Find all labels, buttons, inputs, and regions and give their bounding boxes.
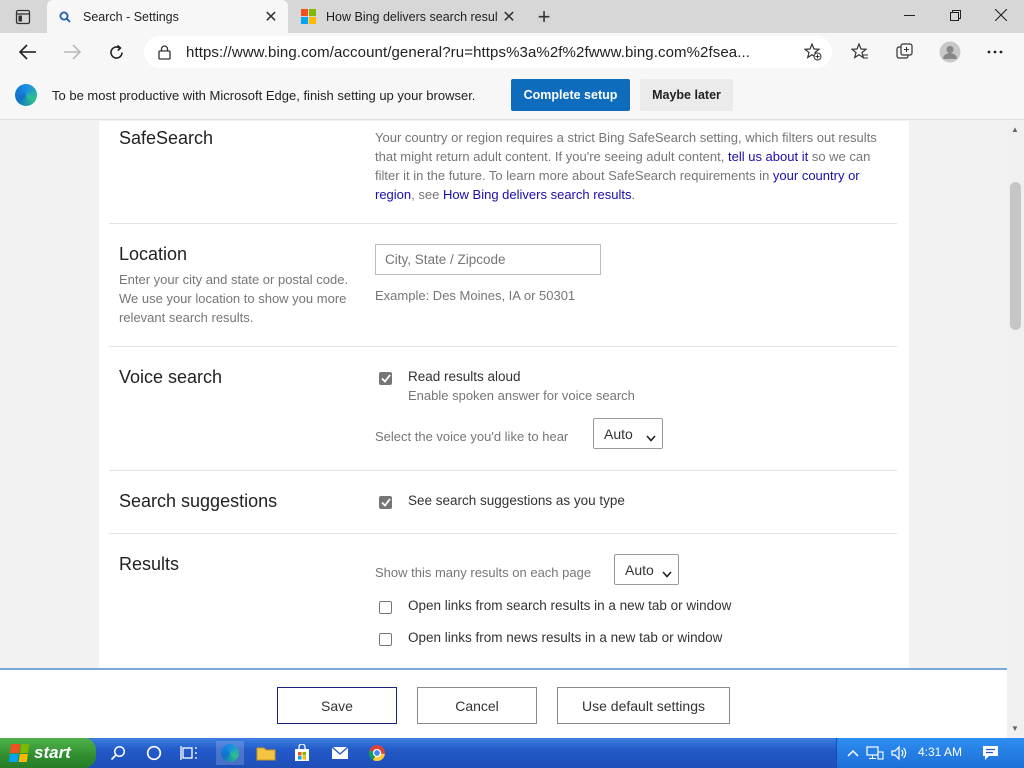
address-bar[interactable]: https://www.bing.com/account/general?ru=… (144, 36, 832, 68)
search-icon[interactable] (106, 741, 130, 765)
chrome-icon[interactable] (365, 741, 389, 765)
file-explorer-icon[interactable] (254, 741, 278, 765)
location-description: Enter your city and state or postal code… (119, 272, 349, 325)
back-arrow-icon[interactable] (13, 37, 43, 67)
complete-setup-button[interactable]: Complete setup (511, 79, 630, 111)
close-window-icon[interactable] (978, 0, 1024, 30)
minimize-icon[interactable] (886, 0, 932, 30)
results-count-label: Show this many results on each page (375, 565, 592, 580)
collections-icon[interactable] (890, 37, 920, 67)
tab-how-bing-delivers[interactable]: How Bing delivers search results ✕ (290, 0, 526, 33)
url-text[interactable]: https://www.bing.com/account/general?ru=… (186, 44, 776, 61)
search-suggestions-title: Search suggestions (119, 491, 278, 511)
location-section: Location Enter your city and state or po… (109, 224, 897, 347)
more-options-icon[interactable] (980, 37, 1010, 67)
location-input[interactable]: City, State / Zipcode (375, 244, 601, 275)
search-suggestions-label: See search suggestions as you type (408, 493, 625, 508)
add-favorite-icon[interactable] (803, 42, 822, 64)
mail-icon[interactable] (328, 741, 352, 765)
maybe-later-button[interactable]: Maybe later (640, 79, 733, 111)
show-hidden-icons-icon[interactable] (841, 741, 865, 765)
tab-title: How Bing delivers search results (326, 9, 498, 24)
tab-actions-icon[interactable] (8, 6, 38, 28)
tab-search-settings[interactable]: Search - Settings ✕ (47, 0, 288, 33)
close-tab-icon[interactable]: ✕ (498, 6, 520, 28)
start-label: start (34, 743, 71, 762)
windows-flag-icon (8, 744, 30, 762)
location-title: Location (119, 244, 188, 264)
safesearch-section: SafeSearch Your country or region requir… (109, 121, 897, 224)
profile-avatar-icon[interactable] (935, 37, 965, 67)
browser-toolbar: https://www.bing.com/account/general?ru=… (0, 33, 1024, 71)
edge-taskbar-icon[interactable] (216, 741, 244, 765)
favorites-icon[interactable] (845, 37, 875, 67)
save-button[interactable]: Save (277, 687, 397, 724)
voice-search-section: Voice search Read results aloud Enable s… (109, 347, 897, 471)
tab-strip: Search - Settings ✕ How Bing delivers se… (0, 0, 1024, 33)
cancel-button[interactable]: Cancel (417, 687, 537, 724)
safesearch-text-part: . (631, 187, 636, 202)
voice-select[interactable]: Auto (593, 418, 663, 449)
search-results-new-tab-checkbox[interactable] (379, 601, 392, 614)
vertical-scrollbar[interactable]: ▲ ▼ (1007, 121, 1024, 738)
voice-search-title: Voice search (119, 367, 223, 387)
close-tab-icon[interactable]: ✕ (260, 6, 282, 28)
cortana-icon[interactable] (142, 741, 166, 765)
safesearch-text-part: , see (411, 187, 443, 202)
tab-title: Search - Settings (83, 9, 179, 24)
start-button[interactable]: start (0, 738, 96, 768)
store-icon[interactable] (290, 741, 314, 765)
microsoft-logo-icon (300, 9, 316, 25)
infobar-message: To be most productive with Microsoft Edg… (52, 87, 476, 103)
taskbar: start 4:31 AM (0, 738, 1024, 768)
search-suggestions-section: Search suggestions See search suggestion… (109, 471, 897, 534)
scroll-up-icon[interactable]: ▲ (1011, 125, 1019, 134)
network-icon[interactable] (863, 741, 887, 765)
chevron-down-icon (662, 565, 672, 581)
results-section: Results Show this many results on each p… (109, 534, 897, 668)
results-count-value: Auto (625, 561, 654, 578)
settings-card: SafeSearch Your country or region requir… (99, 121, 909, 668)
notifications-icon[interactable] (978, 741, 1002, 765)
news-results-new-tab-checkbox[interactable] (379, 633, 392, 646)
read-results-aloud-sub: Enable spoken answer for voice search (408, 388, 635, 403)
search-results-new-tab-label: Open links from search results in a new … (408, 598, 732, 613)
settings-action-bar: Save Cancel Use default settings (0, 668, 1007, 738)
results-count-select[interactable]: Auto (614, 554, 679, 585)
refresh-icon[interactable] (101, 37, 131, 67)
search-suggestions-checkbox[interactable] (379, 496, 392, 509)
forward-arrow-icon[interactable] (57, 37, 87, 67)
results-title: Results (119, 554, 180, 574)
voice-select-value: Auto (604, 425, 633, 442)
tell-us-link[interactable]: tell us about it (728, 149, 808, 164)
new-tab-icon[interactable]: + (532, 4, 556, 29)
news-results-new-tab-label: Open links from news results in a new ta… (408, 630, 723, 645)
safesearch-title: SafeSearch (119, 128, 214, 148)
scrollbar-thumb[interactable] (1010, 182, 1021, 330)
volume-icon[interactable] (887, 741, 911, 765)
how-bing-delivers-link[interactable]: How Bing delivers search results (443, 187, 632, 202)
voice-select-label: Select the voice you'd like to hear (375, 429, 569, 444)
chevron-down-icon (646, 429, 656, 445)
scroll-down-icon[interactable]: ▼ (1011, 724, 1019, 733)
safesearch-text: Your country or region requires a strict… (375, 128, 887, 204)
read-results-aloud-label: Read results aloud (408, 369, 521, 384)
search-icon (57, 9, 73, 25)
use-default-settings-button[interactable]: Use default settings (557, 687, 730, 724)
lock-icon[interactable] (158, 44, 174, 60)
edge-logo-icon (15, 84, 37, 106)
location-example: Example: Des Moines, IA or 50301 (375, 288, 576, 303)
read-results-aloud-checkbox[interactable] (379, 372, 392, 385)
restore-icon[interactable] (932, 0, 978, 30)
setup-infobar: To be most productive with Microsoft Edg… (0, 71, 1024, 120)
taskbar-clock[interactable]: 4:31 AM (918, 745, 962, 759)
settings-content: SafeSearch Your country or region requir… (0, 121, 1024, 668)
task-view-icon[interactable] (177, 741, 201, 765)
